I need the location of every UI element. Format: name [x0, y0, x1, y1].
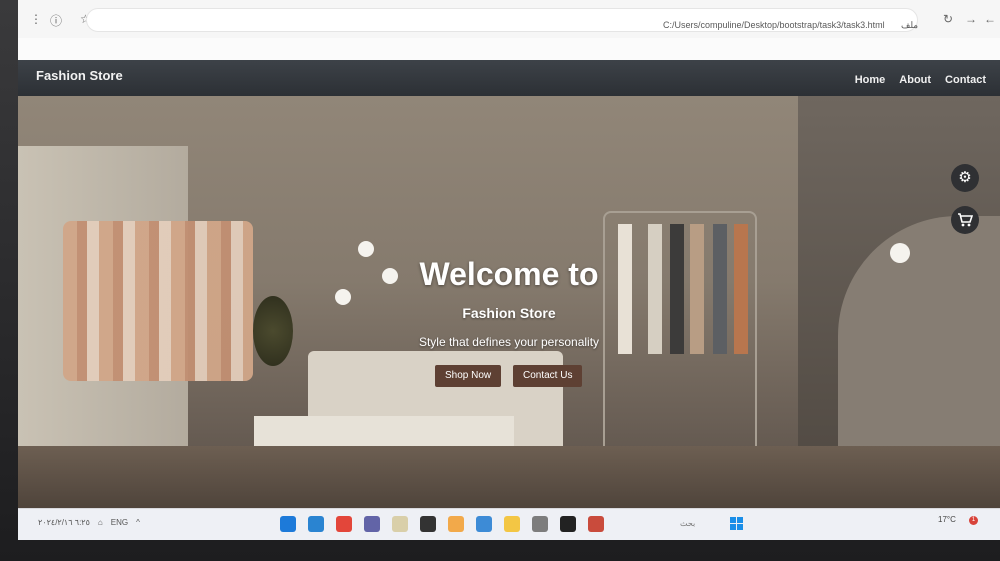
- app-icon[interactable]: [420, 516, 436, 532]
- screen: ⋮ ⓘ ☆ ⧉ ↻ → ← C:/Users/compuline/Desktop…: [18, 0, 1000, 540]
- hero-section: Welcome to Fashion Store Style that defi…: [18, 96, 1000, 508]
- file-explorer-icon[interactable]: [504, 516, 520, 532]
- taskbar-language[interactable]: ENG: [111, 518, 128, 527]
- nav-links: Home About Contact: [855, 74, 986, 86]
- chevron-up-icon[interactable]: ^: [136, 518, 140, 527]
- site-info-badge[interactable]: ملف: [901, 20, 918, 31]
- network-icon[interactable]: ⌂: [98, 518, 103, 527]
- taskbar-apps: [280, 516, 604, 532]
- gear-icon: ⚙: [958, 169, 972, 186]
- hero-tagline: Style that defines your personality: [418, 335, 600, 349]
- hero-subtitle: Fashion Store: [462, 305, 556, 321]
- notification-badge[interactable]: 1: [969, 516, 978, 525]
- page-top-strip: [18, 38, 1000, 60]
- shop-now-button[interactable]: Shop Now: [435, 365, 502, 387]
- url-text[interactable]: C:/Users/compuline/Desktop/bootstrap/tas…: [663, 20, 885, 30]
- vscode-icon[interactable]: [308, 516, 324, 532]
- weather-widget[interactable]: 17°C: [938, 515, 956, 524]
- chrome-icon[interactable]: [336, 516, 352, 532]
- brand-logo[interactable]: Fashion Store: [36, 68, 123, 83]
- navbar: Fashion Store Home About Contact: [18, 60, 1000, 96]
- nav-about[interactable]: About: [899, 74, 931, 86]
- app-icon[interactable]: [588, 516, 604, 532]
- cart-button[interactable]: [951, 206, 979, 234]
- taskbar-search[interactable]: بحث: [680, 519, 695, 528]
- forward-icon[interactable]: →: [965, 12, 977, 26]
- menu-dots-icon[interactable]: ⋮: [30, 12, 42, 26]
- nav-home[interactable]: Home: [855, 74, 886, 86]
- taskbar-clock[interactable]: ٦:٢٥ ٢٠٢٤/٢/١٦: [38, 518, 90, 527]
- os-taskbar: ٦:٢٥ ٢٠٢٤/٢/١٦ ⌂ ENG ^ بحث 17°C 1: [18, 508, 1000, 540]
- cart-icon: [958, 213, 974, 227]
- app-icon[interactable]: [476, 516, 492, 532]
- back-icon[interactable]: ←: [984, 12, 996, 26]
- edge-icon[interactable]: [280, 516, 296, 532]
- hero-title: Welcome to: [419, 256, 599, 292]
- app-icon[interactable]: [560, 516, 576, 532]
- contact-us-button[interactable]: Contact Us: [513, 365, 583, 387]
- info-icon[interactable]: ⓘ: [50, 12, 62, 29]
- settings-button[interactable]: ⚙: [951, 164, 979, 192]
- nav-contact[interactable]: Contact: [945, 74, 986, 86]
- app-icon[interactable]: [392, 516, 408, 532]
- teams-icon[interactable]: [364, 516, 380, 532]
- openai-icon[interactable]: [532, 516, 548, 532]
- windows-start-icon[interactable]: [730, 517, 744, 531]
- app-icon[interactable]: [448, 516, 464, 532]
- taskbar-tray-left: ٦:٢٥ ٢٠٢٤/٢/١٦ ⌂ ENG ^: [38, 518, 140, 527]
- hero-content: Welcome to Fashion Store Style that defi…: [18, 96, 1000, 508]
- reload-icon[interactable]: ↻: [943, 12, 953, 26]
